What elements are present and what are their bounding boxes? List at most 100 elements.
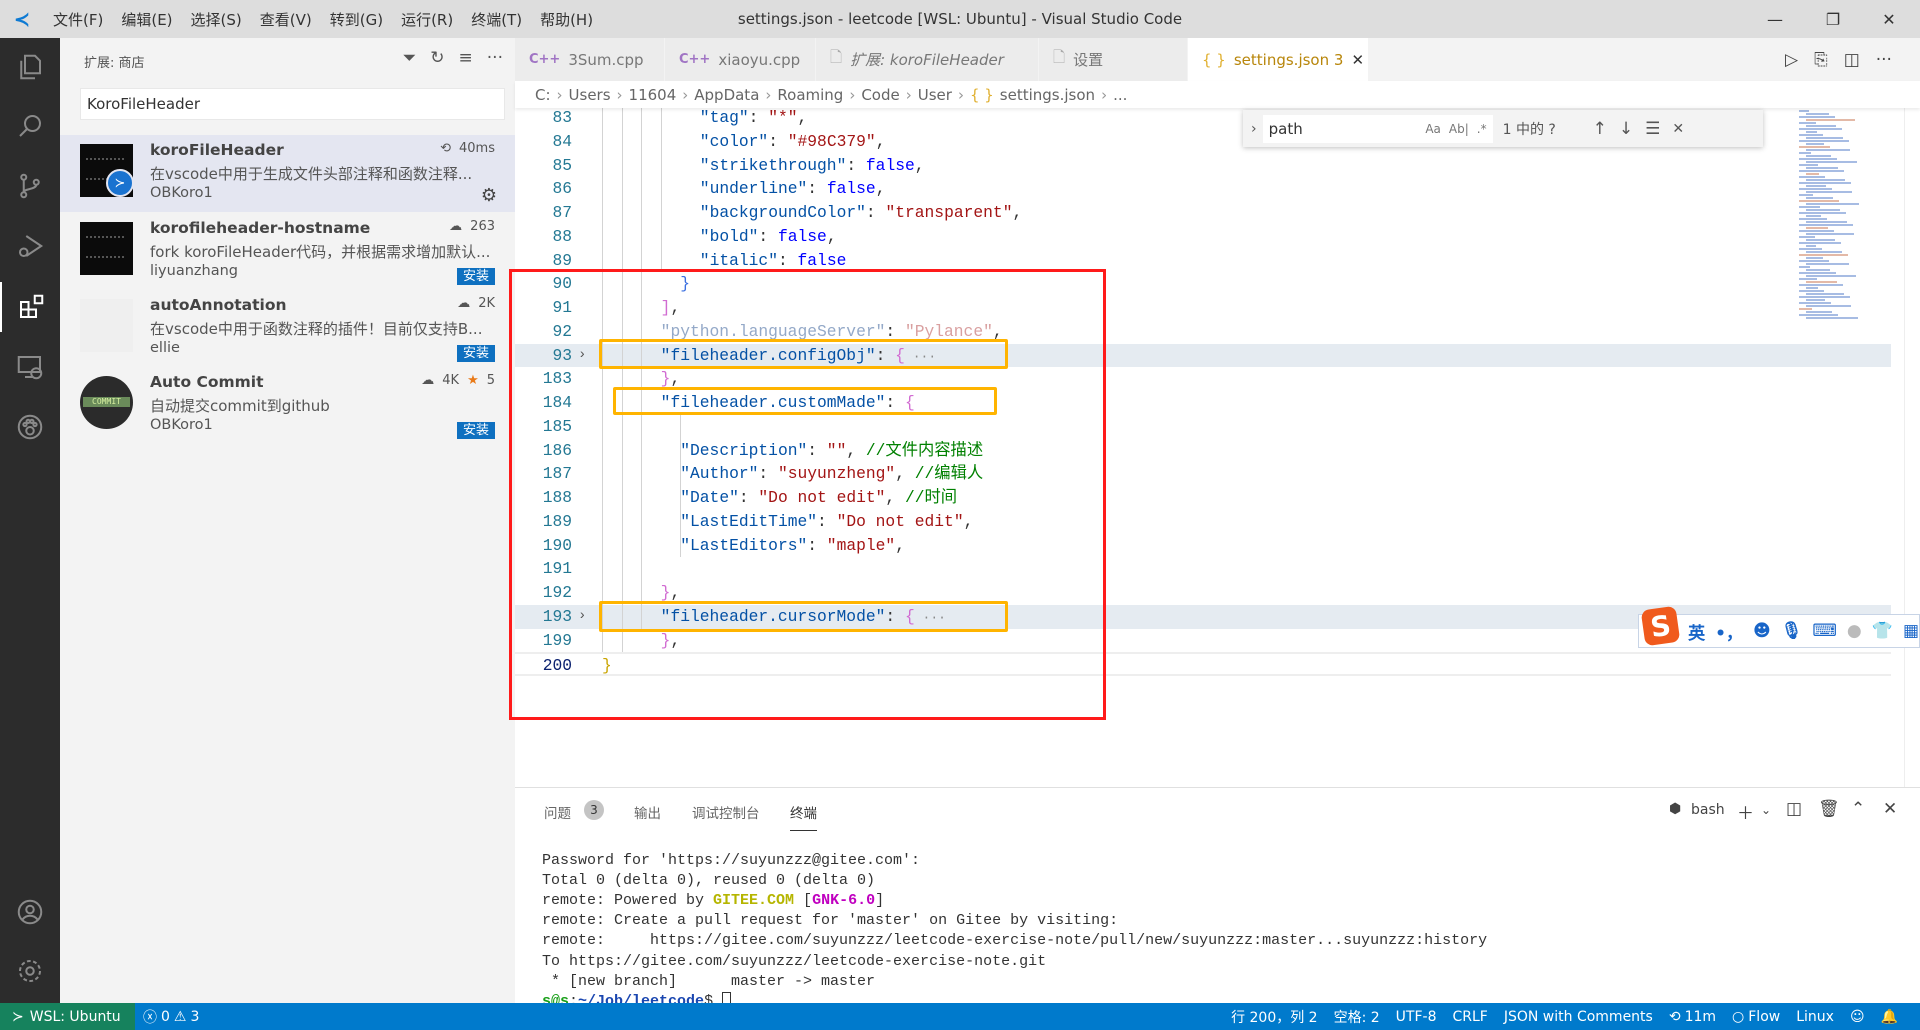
menu-file[interactable]: 文件(F) [44, 9, 112, 30]
close-tab-icon[interactable]: ✕ [1351, 51, 1364, 69]
open-settings-ui-icon[interactable]: ⎘ [1814, 50, 1828, 70]
tab-terminal[interactable]: 终端 [790, 802, 817, 831]
trash-icon[interactable]: 🗑 [1818, 799, 1840, 819]
whole-word-toggle[interactable]: Ab| [1449, 122, 1469, 136]
remote-explorer-icon[interactable] [0, 342, 60, 392]
code-line[interactable]: 183}, [515, 367, 1891, 391]
code-line[interactable]: 91], [515, 296, 1891, 320]
punctuation-toggle[interactable]: •， [1715, 619, 1743, 644]
refresh-icon[interactable]: ↻ [430, 48, 444, 68]
encoding[interactable]: UTF-8 [1388, 1009, 1445, 1025]
breadcrumb-item[interactable]: C: [535, 86, 551, 104]
code-line[interactable]: 93 › "fileheader.configObj": { ··· [515, 343, 1891, 368]
timer-item[interactable]: ⟲ 11m [1661, 1009, 1724, 1025]
input-mode-toggle[interactable]: 英 [1688, 619, 1705, 644]
breadcrumb-item[interactable]: User [918, 86, 952, 104]
split-terminal-icon[interactable]: ◫ [1786, 799, 1802, 819]
source-control-icon[interactable] [0, 161, 60, 211]
run-icon[interactable]: ▷ [1785, 50, 1798, 70]
breadcrumb-item[interactable]: AppData [694, 86, 759, 104]
maximize-panel-icon[interactable]: ⌃ [1851, 799, 1865, 819]
close-find-icon[interactable]: ✕ [1672, 121, 1684, 137]
keyboard-icon[interactable]: ⌨ [1812, 621, 1837, 641]
match-case-toggle[interactable]: Aa [1425, 122, 1441, 136]
code-line[interactable]: 189 "LastEditTime": "Do not edit", [515, 510, 1891, 534]
extension-item[interactable]: korofileheader-hostname ☁ 263 fork koroFi… [60, 213, 515, 290]
tab-settings-ui[interactable]: 🗋 设置 [1039, 38, 1188, 81]
notifications-bell-icon[interactable]: 🔔 [1873, 1009, 1906, 1025]
user-icon[interactable]: ● [1847, 621, 1862, 641]
paw-icon[interactable] [0, 402, 60, 452]
remote-indicator[interactable]: ≻ WSL: Ubuntu [0, 1003, 135, 1030]
extension-item[interactable]: ≻ koroFileHeader ⟲ 40ms 在vscode中用于生成文件头部注… [60, 135, 515, 212]
problems-status[interactable]: ⓧ 0 ⚠ 3 [135, 1007, 207, 1027]
extensions-icon[interactable] [0, 282, 60, 332]
code-line[interactable]: 192}, [515, 581, 1891, 605]
more-actions-icon[interactable]: ··· [1876, 50, 1892, 70]
new-terminal-icon[interactable]: ＋ [1737, 799, 1754, 824]
toolbox-grid-icon[interactable]: ▦ [1903, 621, 1919, 641]
end-of-line[interactable]: CRLF [1444, 1009, 1495, 1025]
tab-debug-console[interactable]: 调试控制台 [692, 802, 760, 822]
os-item[interactable]: Linux [1788, 1009, 1842, 1025]
menu-view[interactable]: 查看(V) [251, 9, 321, 30]
breadcrumb-item[interactable]: settings.json [1000, 86, 1095, 104]
account-icon[interactable] [0, 887, 60, 937]
code-line[interactable]: 191 [515, 557, 1891, 581]
split-editor-icon[interactable]: ◫ [1844, 50, 1860, 70]
explorer-icon[interactable] [0, 42, 60, 92]
toggle-replace-icon[interactable]: › [1251, 121, 1257, 137]
regex-toggle[interactable]: .* [1477, 122, 1487, 136]
code-line[interactable]: 87 "backgroundColor": "transparent", [515, 201, 1891, 225]
language-mode[interactable]: JSON with Comments [1496, 1009, 1661, 1025]
menu-go[interactable]: 转到(G) [321, 9, 392, 30]
microphone-icon[interactable]: 🎙 [1781, 621, 1803, 641]
restore-button[interactable]: ❐ [1810, 0, 1856, 38]
code-token[interactable]: ··· [905, 349, 936, 364]
extension-item[interactable]: COMMIT Auto Commit ☁ 4K ★ 5 自动提交commit到gith… [60, 367, 515, 444]
minimap[interactable] [1791, 110, 1871, 320]
code-line[interactable]: 88 "bold": false, [515, 225, 1891, 249]
search-icon[interactable] [0, 101, 60, 151]
menu-run[interactable]: 运行(R) [392, 9, 462, 30]
code-line[interactable]: 89 "italic": false [515, 249, 1891, 273]
install-button[interactable]: 安装 [456, 345, 495, 362]
cursor-position[interactable]: 行 200，列 2 [1223, 1007, 1326, 1027]
tab-output[interactable]: 输出 [634, 802, 661, 822]
code-line[interactable]: 92 "python.languageServer": "Pylance", [515, 320, 1891, 344]
breadcrumb-item[interactable]: Code [861, 86, 899, 104]
breadcrumb-item[interactable]: Roaming [777, 86, 843, 104]
skin-shirt-icon[interactable]: 👕 [1872, 621, 1893, 641]
extension-search-input[interactable]: KoroFileHeader [80, 88, 505, 120]
code-line[interactable]: 86 "underline": false, [515, 177, 1891, 201]
minimize-button[interactable]: — [1752, 0, 1798, 38]
breadcrumb-item[interactable]: Users [569, 86, 611, 104]
close-window-button[interactable]: ✕ [1866, 0, 1912, 38]
tab-problems[interactable]: 问题 [544, 802, 571, 822]
find-in-selection-icon[interactable]: ☰ [1645, 119, 1660, 139]
code-line[interactable]: 187 "Author": "suyunzheng", //编辑人 [515, 462, 1891, 486]
previous-match-icon[interactable]: ↑ [1593, 119, 1607, 139]
code-line[interactable]: 200} [515, 652, 1891, 677]
code-line[interactable]: 90} [515, 272, 1891, 296]
code-line[interactable]: 185 [515, 415, 1891, 439]
code-editor[interactable]: 83 "tag": "*", 84 "color": "#98C379", 85 "str… [515, 106, 1891, 787]
install-button[interactable]: 安装 [456, 268, 495, 285]
flow-item[interactable]: ○ Flow [1724, 1009, 1788, 1025]
close-panel-icon[interactable]: ✕ [1883, 799, 1897, 819]
code-line[interactable]: 190 "LastEditors": "maple", [515, 534, 1891, 558]
sogou-logo[interactable]: S [1640, 605, 1681, 647]
indentation[interactable]: 空格: 2 [1326, 1007, 1388, 1027]
more-actions-icon[interactable]: ··· [487, 48, 503, 68]
code-line[interactable]: 184 "fileheader.customMade": { [515, 391, 1891, 415]
terminal-shell-name[interactable]: bash [1691, 802, 1725, 818]
code-line[interactable]: 85 "strikethrough": false, [515, 154, 1891, 178]
filter-icon[interactable]: ⏷ [403, 48, 417, 68]
tab-extension-korofileheader[interactable]: 🗋 扩展: koroFileHeader [816, 38, 1039, 81]
breadcrumb-item[interactable]: 11604 [629, 86, 677, 104]
install-button[interactable]: 安装 [456, 422, 495, 439]
run-debug-icon[interactable] [0, 221, 60, 271]
menu-help[interactable]: 帮助(H) [531, 9, 602, 30]
breadcrumb-item[interactable]: ... [1113, 86, 1127, 104]
find-input[interactable]: path Aa Ab| .* [1262, 114, 1493, 143]
